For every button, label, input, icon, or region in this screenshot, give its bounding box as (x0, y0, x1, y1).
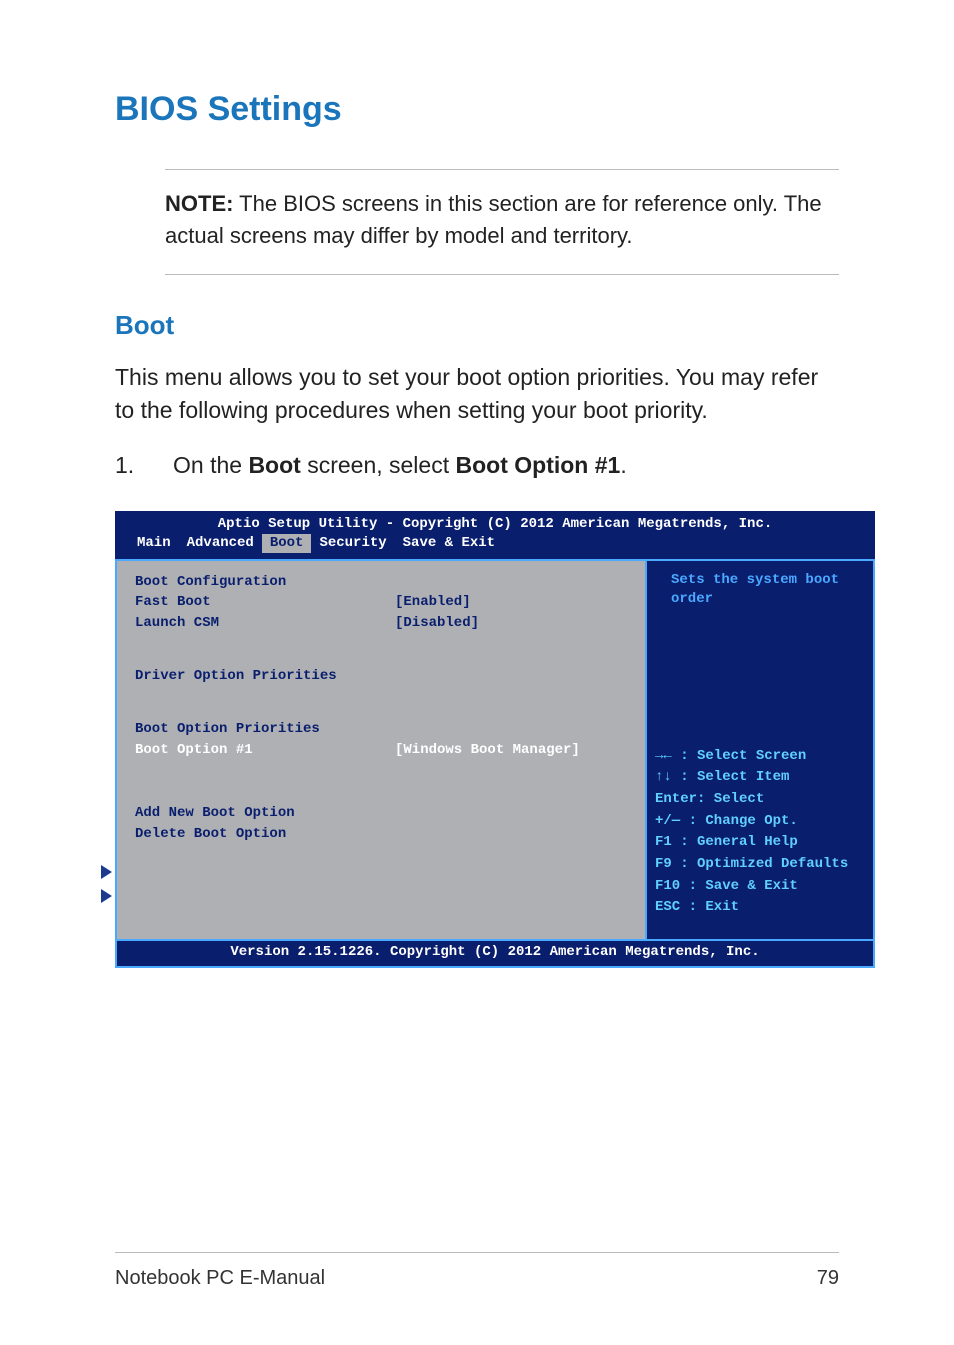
bios-right-panel: Sets the system boot order →← : Select S… (647, 561, 875, 941)
tab-security[interactable]: Security (311, 534, 394, 553)
legend-change-opt: +/— : Change Opt. (655, 811, 865, 833)
boot-option-1-row[interactable]: Boot Option #1 [Windows Boot Manager] (135, 741, 627, 760)
tab-main[interactable]: Main (129, 534, 179, 553)
fast-boot-row[interactable]: Fast Boot [Enabled] (135, 593, 627, 612)
tab-advanced[interactable]: Advanced (179, 534, 262, 553)
tab-save-exit[interactable]: Save & Exit (395, 534, 503, 553)
step-pre: On the (173, 452, 248, 478)
boot-option-1-value: [Windows Boot Manager] (395, 741, 580, 760)
fast-boot-value: [Enabled] (395, 593, 471, 612)
intro-paragraph: This menu allows you to set your boot op… (115, 361, 839, 428)
legend-exit: ESC : Exit (655, 897, 865, 919)
boot-option-priorities: Boot Option Priorities (135, 720, 627, 739)
delete-boot-option[interactable]: Delete Boot Option (135, 825, 627, 844)
boot-option-1-label: Boot Option #1 (135, 741, 395, 760)
legend-select-item: ↑↓ : Select Item (655, 767, 865, 789)
bios-help-text: Sets the system boot order (655, 571, 865, 746)
legend-enter: Enter: Select (655, 789, 865, 811)
step-1: 1. On the Boot screen, select Boot Optio… (115, 449, 839, 482)
bios-key-legend: →← : Select Screen ↑↓ : Select Item Ente… (655, 746, 865, 920)
note-label: NOTE: (165, 191, 233, 216)
legend-general-help: F1 : General Help (655, 832, 865, 854)
page-footer: Notebook PC E-Manual 79 (115, 1252, 839, 1290)
fast-boot-label: Fast Boot (135, 593, 395, 612)
note-text: The BIOS screens in this section are for… (165, 191, 822, 248)
pointer-arrow-icon (101, 889, 112, 903)
driver-option-priorities: Driver Option Priorities (135, 667, 627, 686)
footer-page-number: 79 (817, 1267, 839, 1290)
bios-footer: Version 2.15.1226. Copyright (C) 2012 Am… (115, 941, 875, 969)
launch-csm-row[interactable]: Launch CSM [Disabled] (135, 614, 627, 633)
launch-csm-label: Launch CSM (135, 614, 395, 633)
launch-csm-value: [Disabled] (395, 614, 479, 633)
bios-tabstrip: Main Advanced Boot Security Save & Exit (115, 534, 875, 557)
tab-boot[interactable]: Boot (262, 534, 312, 553)
bios-left-panel: Boot Configuration Fast Boot [Enabled] L… (115, 561, 647, 941)
legend-select-screen: →← : Select Screen (655, 746, 865, 768)
footer-left: Notebook PC E-Manual (115, 1267, 325, 1290)
pointer-arrow-icon (101, 865, 112, 879)
step-bold-1: Boot (248, 452, 300, 478)
note-block: NOTE: The BIOS screens in this section a… (165, 169, 839, 275)
legend-optimized-defaults: F9 : Optimized Defaults (655, 854, 865, 876)
step-bold-2: Boot Option #1 (456, 452, 621, 478)
legend-save-exit: F10 : Save & Exit (655, 876, 865, 898)
section-heading-boot: Boot (115, 310, 839, 341)
add-new-boot-option[interactable]: Add New Boot Option (135, 804, 627, 823)
step-mid: screen, select (301, 452, 456, 478)
page-title: BIOS Settings (115, 90, 839, 129)
bios-header: Aptio Setup Utility - Copyright (C) 2012… (115, 515, 875, 534)
boot-configuration-heading: Boot Configuration (135, 573, 627, 592)
bios-screenshot: Aptio Setup Utility - Copyright (C) 2012… (115, 511, 875, 969)
step-post: . (620, 452, 626, 478)
step-number: 1. (115, 449, 173, 482)
step-text: On the Boot screen, select Boot Option #… (173, 449, 627, 482)
